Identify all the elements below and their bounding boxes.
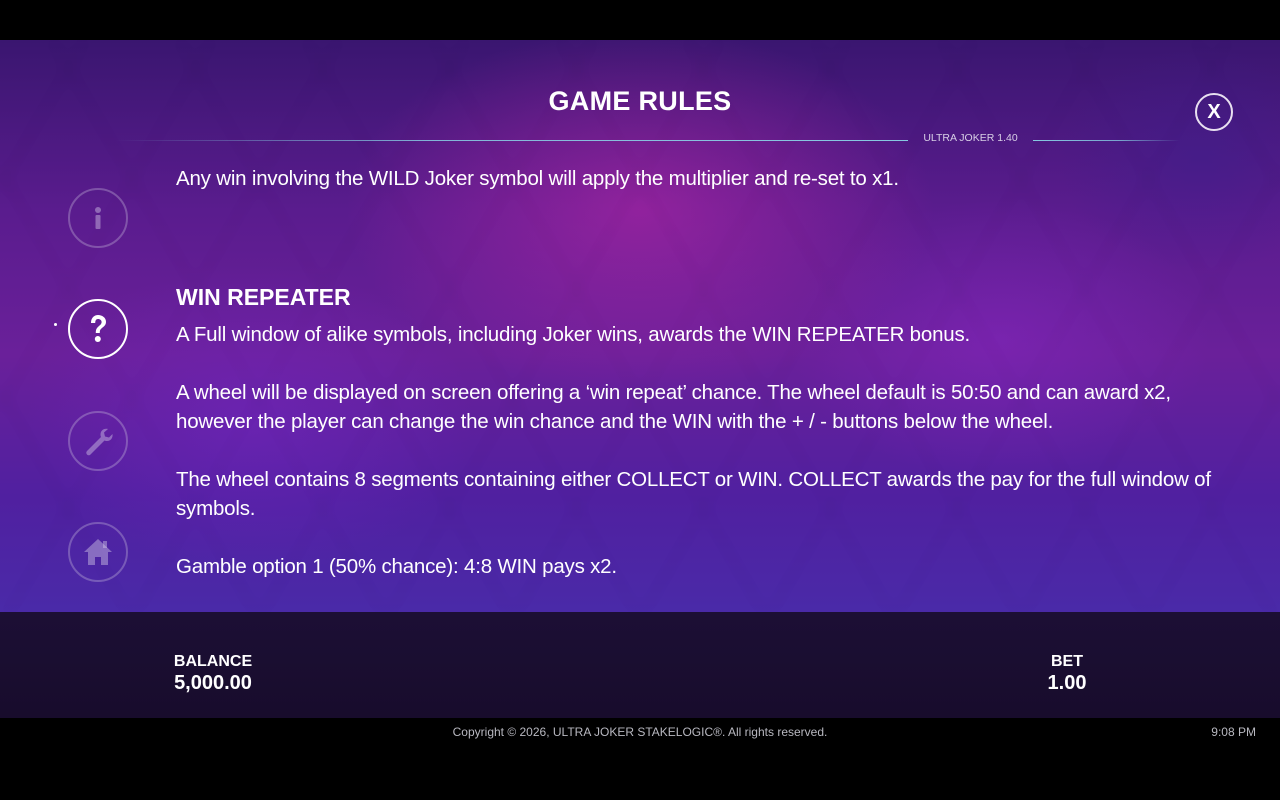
- section-title: WIN REPEATER: [176, 284, 351, 310]
- rules-intro-text: Any win involving the WILD Joker symbol …: [176, 167, 899, 190]
- rules-paragraph-2: A wheel will be displayed on screen offe…: [176, 381, 1171, 433]
- bottom-bar: BALANCE 5,000.00 BET 1.00: [0, 612, 1280, 718]
- home-icon: [84, 539, 112, 565]
- clock: 9:08 PM: [1211, 725, 1256, 739]
- copyright-text: Copyright © 2026, ULTRA JOKER STAKELOGIC…: [452, 725, 828, 739]
- footer: Copyright © 2026, ULTRA JOKER STAKELOGIC…: [0, 718, 1280, 800]
- game-screen: GAME RULES X ULTRA JOKER 1.40 Any win in…: [0, 0, 1280, 800]
- bet-value: 1.00: [1047, 672, 1087, 694]
- bet-label: BET: [1051, 653, 1083, 670]
- close-button[interactable]: X: [1195, 93, 1233, 131]
- active-indicator: [54, 323, 57, 326]
- wrench-icon: [86, 428, 113, 456]
- settings-button[interactable]: [68, 411, 128, 471]
- rules-panel: GAME RULES X ULTRA JOKER 1.40 Any win in…: [0, 40, 1280, 612]
- version-label: ULTRA JOKER 1.40: [923, 132, 1018, 144]
- rules-paragraph-3: The wheel contains 8 segments containing…: [176, 468, 1211, 520]
- home-button[interactable]: [68, 522, 128, 582]
- page-title: GAME RULES: [548, 86, 732, 116]
- header-divider-left: [115, 140, 908, 141]
- close-icon: X: [1207, 100, 1221, 123]
- balance-label: BALANCE: [173, 653, 253, 670]
- rules-paragraph-4: Gamble option 1 (50% chance): 4:8 WIN pa…: [176, 555, 617, 578]
- rules-paragraph-1: A Full window of alike symbols, includin…: [176, 323, 971, 346]
- info-button[interactable]: [68, 188, 128, 248]
- bet-display: BET 1.00: [1027, 653, 1107, 695]
- info-icon: [95, 207, 101, 229]
- balance-value: 5,000.00: [174, 672, 252, 694]
- balance-display: BALANCE 5,000.00: [163, 653, 263, 695]
- header-divider-right: [1033, 140, 1180, 141]
- help-icon: [91, 315, 106, 342]
- help-button[interactable]: [68, 299, 128, 359]
